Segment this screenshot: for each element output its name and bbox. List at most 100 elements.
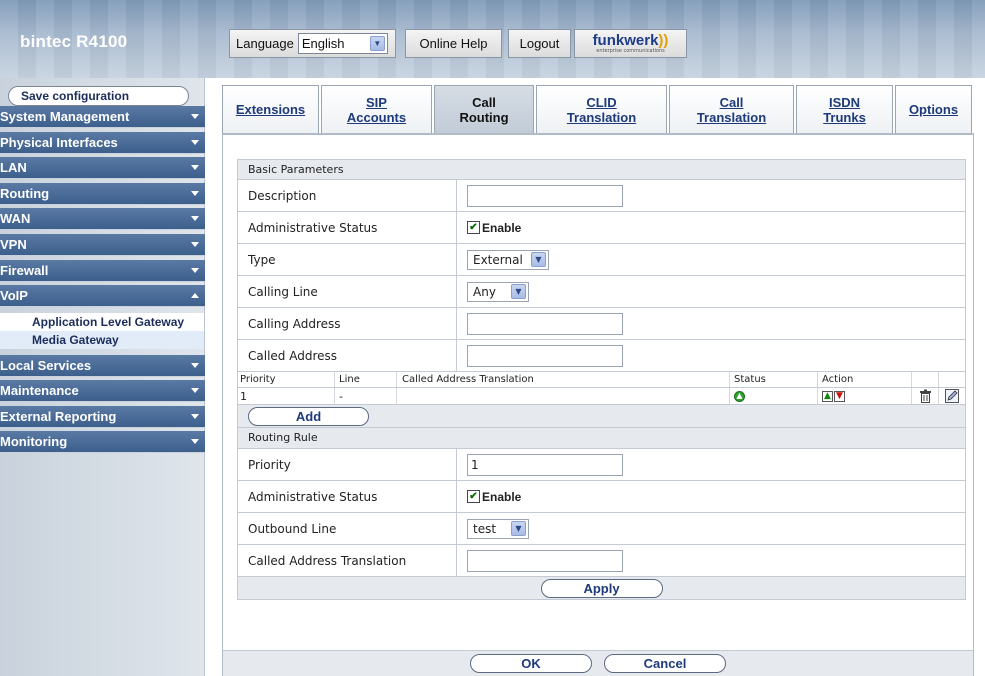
calling-line-select[interactable]: Any ▼ <box>467 281 529 302</box>
tab-clid-translation[interactable]: CLID Translation <box>536 85 667 133</box>
sidebar-item-label: Maintenance <box>0 383 79 398</box>
tab-label-line2: Accounts <box>346 109 407 125</box>
caret-down-icon <box>191 216 199 221</box>
sidebar-item-local-services[interactable]: Local Services <box>0 355 205 377</box>
caret-down-icon <box>191 439 199 444</box>
sidebar-item-voip[interactable]: VoIP <box>0 285 205 307</box>
sidebar-item-physical-interfaces[interactable]: Physical Interfaces <box>0 132 205 154</box>
tab-label-line2: Trunks <box>823 109 866 125</box>
tab-options[interactable]: Options <box>895 85 972 133</box>
checkmark-icon: ✔ <box>467 490 480 503</box>
edit-icon[interactable] <box>945 389 959 403</box>
sidebar-item-lan[interactable]: LAN <box>0 157 205 179</box>
outbound-line-row: Outbound Line test ▼ <box>237 513 966 545</box>
sidebar-item-firewall[interactable]: Firewall <box>0 260 205 282</box>
chevron-down-icon: ▼ <box>369 36 385 51</box>
language-label: Language <box>236 36 294 51</box>
apply-button[interactable]: Apply <box>540 578 663 598</box>
type-row: Type External ▼ <box>237 244 966 276</box>
sidebar-item-vpn[interactable]: VPN <box>0 234 205 256</box>
sidebar-item-label: WAN <box>0 211 31 226</box>
basic-parameters-heading: Basic Parameters <box>237 159 966 180</box>
description-input[interactable] <box>467 184 623 207</box>
description-row: Description <box>237 180 966 212</box>
caret-down-icon <box>191 414 199 419</box>
calling-address-label: Calling Address <box>238 308 457 339</box>
outbound-line-value: test <box>473 521 497 536</box>
enable-label: Enable <box>482 220 522 235</box>
sidebar-item-label: VPN <box>0 237 27 252</box>
col-priority: Priority <box>238 372 335 387</box>
move-down-icon[interactable]: ▼ <box>834 390 845 402</box>
admin-status-row: Administrative Status ✔ Enable <box>237 212 966 244</box>
apply-bar: Apply <box>237 577 966 600</box>
cancel-button[interactable]: Cancel <box>604 654 726 673</box>
language-value: English <box>301 36 345 51</box>
tab-label: Options <box>908 102 959 117</box>
caret-down-icon <box>191 165 199 170</box>
rule-admin-status-row: Administrative Status ✔ Enable <box>237 481 966 513</box>
tab-sip-accounts[interactable]: SIP Accounts <box>321 85 432 133</box>
sidebar-item-monitoring[interactable]: Monitoring <box>0 431 205 453</box>
sidebar-subitem-media-gateway[interactable]: Media Gateway <box>0 331 205 349</box>
sidebar-item-label: System Management <box>0 109 130 124</box>
logout-button[interactable]: Logout <box>508 29 571 58</box>
tab-isdn-trunks[interactable]: ISDN Trunks <box>796 85 893 133</box>
col-line: Line <box>335 372 397 387</box>
tab-label: ISDN <box>828 94 861 110</box>
calling-line-label: Calling Line <box>238 276 457 307</box>
rule-priority-label: Priority <box>238 449 457 480</box>
save-configuration-button[interactable]: Save configuration <box>8 86 189 106</box>
rule-priority-input[interactable]: 1 <box>467 453 623 476</box>
checkmark-icon: ✔ <box>467 221 480 234</box>
outbound-line-select[interactable]: test ▼ <box>467 518 529 539</box>
calling-line-value: Any <box>473 284 496 299</box>
ok-button[interactable]: OK <box>470 654 592 673</box>
tab-label-line2: Routing <box>459 109 509 125</box>
sidebar-item-label: Monitoring <box>0 434 68 449</box>
type-select[interactable]: External ▼ <box>467 249 549 270</box>
sidebar-subitem-application-level-gateway[interactable]: Application Level Gateway <box>0 313 205 331</box>
caret-down-icon <box>191 268 199 273</box>
language-selector: Language English ▼ <box>229 29 396 58</box>
tab-bar: Extensions SIP Accounts Call Routing CLI… <box>222 85 974 133</box>
online-help-button[interactable]: Online Help <box>405 29 502 58</box>
calling-address-input[interactable] <box>467 312 623 335</box>
tab-label-line2: Translation <box>696 109 767 125</box>
sidebar-item-maintenance[interactable]: Maintenance <box>0 380 205 402</box>
logo-tagline: enterprise communications <box>596 48 665 54</box>
status-up-icon[interactable]: ▲ <box>734 390 745 402</box>
language-dropdown[interactable]: English ▼ <box>297 33 388 54</box>
sidebar: Save configuration System Management Phy… <box>0 78 205 676</box>
tab-call-translation[interactable]: Call Translation <box>669 85 794 133</box>
rule-admin-status-checkbox[interactable]: ✔ Enable <box>467 490 521 504</box>
sidebar-item-system-management[interactable]: System Management <box>0 106 205 128</box>
sidebar-item-label: VoIP <box>0 288 28 303</box>
main-content: Basic Parameters Description Administrat… <box>222 133 974 676</box>
admin-status-checkbox[interactable]: ✔ Enable <box>467 221 521 235</box>
outbound-line-label: Outbound Line <box>238 513 457 544</box>
sidebar-item-routing[interactable]: Routing <box>0 183 205 205</box>
trash-icon[interactable] <box>918 389 932 403</box>
call-routing-form: Basic Parameters Description Administrat… <box>237 159 966 600</box>
move-up-icon[interactable]: ▲ <box>822 390 833 402</box>
sidebar-item-external-reporting[interactable]: External Reporting <box>0 406 205 428</box>
sidebar-item-wan[interactable]: WAN <box>0 208 205 230</box>
tab-call-routing[interactable]: Call Routing <box>434 85 534 133</box>
routing-rule-heading: Routing Rule <box>237 428 966 449</box>
add-button[interactable]: Add <box>248 406 369 426</box>
caret-down-icon <box>191 114 199 119</box>
col-translation: Called Address Translation <box>397 372 730 387</box>
cell-line: - <box>335 388 397 404</box>
caret-down-icon <box>191 140 199 145</box>
col-action: Action <box>818 372 912 387</box>
called-address-input[interactable] <box>467 344 623 367</box>
sidebar-item-label: LAN <box>0 160 27 175</box>
chevron-down-icon: ▼ <box>511 284 526 299</box>
tab-extensions[interactable]: Extensions <box>222 85 319 133</box>
caret-down-icon <box>191 388 199 393</box>
called-address-row: Called Address <box>237 340 966 372</box>
rule-translation-input[interactable] <box>467 549 623 572</box>
sidebar-item-label: Local Services <box>0 358 92 373</box>
type-value: External <box>473 252 523 267</box>
